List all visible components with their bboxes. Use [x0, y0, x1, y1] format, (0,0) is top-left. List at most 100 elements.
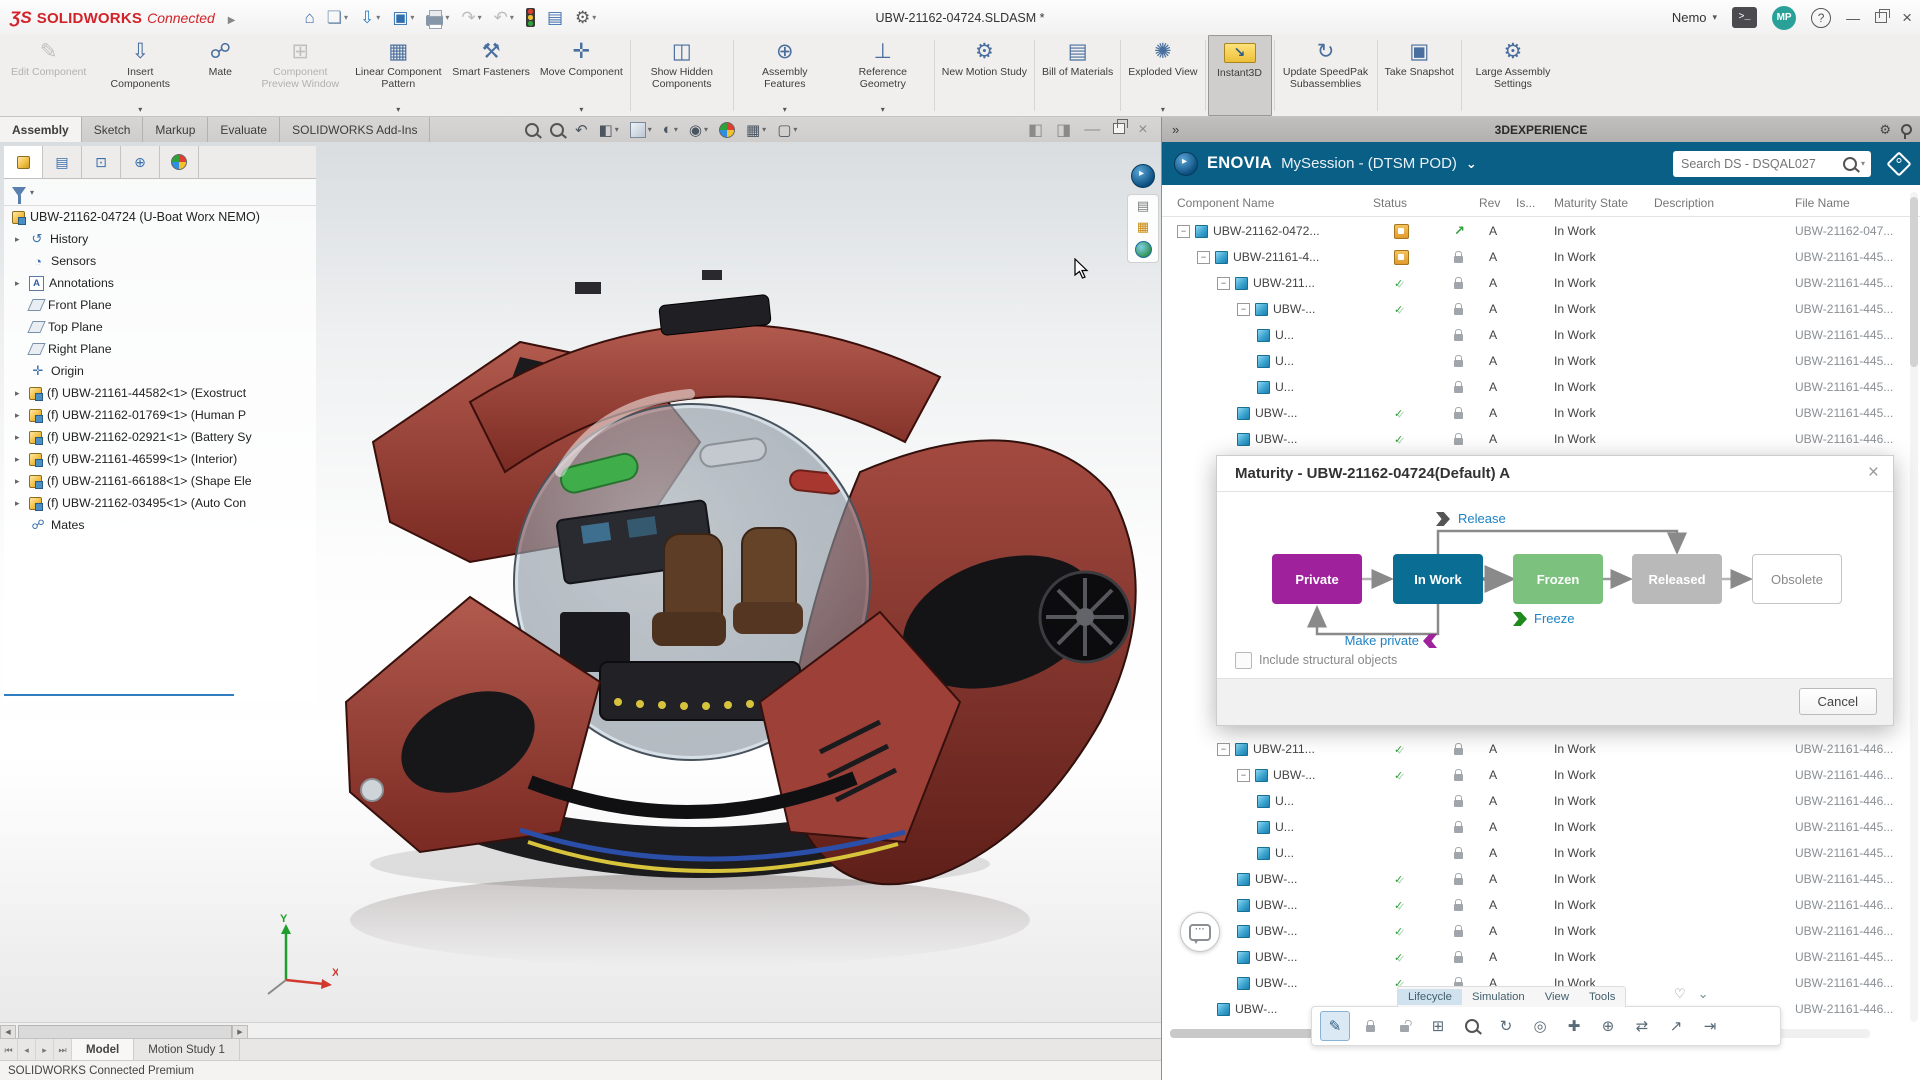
home-button[interactable]: ⌂	[301, 7, 319, 29]
reference-geometry-dropdown-icon[interactable]: ▾	[881, 106, 885, 115]
new-document-dropdown-icon[interactable]: ▾	[344, 13, 348, 22]
exploded-view-dropdown-icon[interactable]: ▾	[1161, 106, 1165, 115]
command-console-icon[interactable]: >_	[1732, 7, 1757, 28]
search-chevron-icon[interactable]: ▾	[1861, 159, 1865, 168]
maturity-state-obsolete[interactable]: Obsolete	[1752, 554, 1842, 604]
close-icon[interactable]: ×	[1138, 121, 1147, 139]
collapse-icon[interactable]: −	[1177, 225, 1190, 238]
tab-sketch[interactable]: Sketch	[82, 117, 144, 142]
edit-item-button[interactable]: ✎	[1320, 1011, 1350, 1041]
duplicate-item-button[interactable]: ⊞	[1424, 1012, 1452, 1040]
table-row[interactable]: U...AIn WorkUBW-21161-445...	[1162, 322, 1920, 348]
column-header-rev[interactable]: Rev	[1479, 196, 1500, 210]
smart-fasteners-button[interactable]: ⚒Smart Fasteners	[447, 35, 535, 116]
maturity-state-frozen[interactable]: Frozen	[1513, 554, 1603, 604]
make-private-link[interactable]: Make private	[1329, 633, 1419, 648]
globe-icon[interactable]	[1135, 241, 1152, 258]
column-header-status[interactable]: Status	[1373, 196, 1407, 210]
table-row[interactable]: U...AIn WorkUBW-21161-445...	[1162, 374, 1920, 400]
favorite-icon[interactable]: ♡	[1674, 986, 1686, 1002]
lock-item-button[interactable]	[1356, 1012, 1384, 1040]
tag-icon[interactable]	[1886, 151, 1911, 176]
panel-tab-view[interactable]: View	[1535, 989, 1579, 1005]
panel-v-thumb[interactable]	[1910, 197, 1918, 367]
freeze-link[interactable]: Freeze	[1534, 611, 1574, 626]
tree-item-history[interactable]: ▸↺History	[4, 228, 316, 250]
bill-of-materials-button[interactable]: ▤Bill of Materials	[1037, 35, 1118, 116]
dimxpert-manager-tab[interactable]: ⊕	[121, 146, 160, 178]
tree-root-item[interactable]: UBW-21162-04724 (U-Boat Worx NEMO)	[4, 206, 316, 228]
open-button[interactable]: ⇩▾	[356, 7, 384, 29]
table-row[interactable]: U...AIn WorkUBW-21161-445...	[1162, 814, 1920, 840]
panel-settings-icon[interactable]: ⚙	[1879, 122, 1891, 138]
open-dropdown-icon[interactable]: ▾	[376, 13, 380, 22]
take-snapshot-button[interactable]: ▣Take Snapshot	[1380, 35, 1459, 116]
tree-item--f-ubw-21162-02921-1-battery[interactable]: ▸(f) UBW-21162-02921<1> (Battery Sy	[4, 426, 316, 448]
assembly-features-button[interactable]: ⊕Assembly Features▾	[736, 35, 834, 116]
scrollbar-thumb[interactable]	[18, 1025, 232, 1039]
help-icon[interactable]: ?	[1811, 8, 1831, 28]
panel-tab-simulation[interactable]: Simulation	[1462, 989, 1535, 1005]
grid-icon[interactable]: ▦	[1137, 220, 1149, 234]
previous-view-icon[interactable]: ↶	[575, 121, 588, 139]
settings-dropdown-icon[interactable]: ▾	[592, 13, 596, 22]
tab-markup[interactable]: Markup	[143, 117, 208, 142]
large-assembly-settings-button[interactable]: ⚙Large Assembly Settings	[1464, 35, 1562, 116]
move-component-dropdown-icon[interactable]: ▾	[579, 106, 583, 115]
tree-item--f-ubw-21162-03495-1-auto-co[interactable]: ▸(f) UBW-21162-03495<1> (Auto Con	[4, 492, 316, 514]
view-settings-icon[interactable]: ▢▾	[777, 121, 797, 139]
restore-button[interactable]	[1875, 12, 1887, 23]
property-manager-tab[interactable]: ▤	[43, 146, 82, 178]
release-link[interactable]: Release	[1458, 511, 1506, 526]
maturity-state-private[interactable]: Private	[1272, 554, 1362, 604]
update-speedpak-subassemblies-button[interactable]: ↻Update SpeedPak Subassemblies	[1277, 35, 1375, 116]
unlock-item-button[interactable]	[1390, 1012, 1418, 1040]
panel-tab-tools[interactable]: Tools	[1579, 989, 1625, 1005]
session-chevron-icon[interactable]: ⌄	[1466, 156, 1477, 172]
options-list-button[interactable]: ▤	[543, 7, 567, 29]
column-header-description[interactable]: Description	[1654, 196, 1714, 210]
table-row[interactable]: −UBW-...✓AIn WorkUBW-21161-446...	[1162, 762, 1920, 788]
filter-icon[interactable]	[12, 187, 26, 197]
table-row[interactable]: UBW-...✓AIn WorkUBW-21161-445...	[1162, 944, 1920, 970]
panel-tab-lifecycle[interactable]: Lifecycle	[1398, 989, 1462, 1005]
print-button[interactable]: ▾	[422, 8, 453, 28]
table-row[interactable]: UBW-...✓AIn WorkUBW-21161-446...	[1162, 892, 1920, 918]
filter-chevron-icon[interactable]: ▾	[30, 188, 34, 197]
tree-item-sensors[interactable]: ◔Sensors	[4, 250, 316, 272]
table-row[interactable]: −UBW-211...✓AIn WorkUBW-21161-446...	[1162, 736, 1920, 762]
expand-arrow-icon[interactable]: ▸	[15, 498, 24, 509]
expand-arrow-icon[interactable]: ▸	[15, 476, 24, 487]
tree-item--f-ubw-21162-01769-1-human-p[interactable]: ▸(f) UBW-21162-01769<1> (Human P	[4, 404, 316, 426]
table-row[interactable]: UBW-...✓AIn WorkUBW-21161-445...	[1162, 866, 1920, 892]
save-button[interactable]: ▣▾	[388, 7, 418, 29]
table-row[interactable]: −UBW-...✓AIn WorkUBW-21161-445...	[1162, 296, 1920, 322]
settings-button[interactable]: ⚙▾	[571, 7, 600, 29]
insert-components-button[interactable]: ⇩Insert Components▾	[91, 35, 189, 116]
configuration-manager-tab[interactable]: ⊡	[82, 146, 121, 178]
linear-component-pattern-dropdown-icon[interactable]: ▾	[396, 106, 400, 115]
split-left-icon[interactable]: ◧	[1028, 120, 1043, 140]
model-tab-model[interactable]: Model	[72, 1039, 134, 1061]
assembly-features-dropdown-icon[interactable]: ▾	[783, 106, 787, 115]
print-dropdown-icon[interactable]: ▾	[445, 13, 449, 22]
undo-dropdown-icon[interactable]: ▾	[510, 13, 514, 22]
new-document-button[interactable]: ❏▾	[323, 7, 352, 29]
collapse-icon[interactable]: −	[1217, 277, 1230, 290]
redo-dropdown-icon[interactable]: ▾	[478, 13, 482, 22]
export-item-button[interactable]: ⇥	[1696, 1012, 1724, 1040]
tab-nav-0-icon[interactable]: ⏮	[0, 1039, 18, 1061]
table-row[interactable]: U...AIn WorkUBW-21161-445...	[1162, 840, 1920, 866]
tree-item-right-plane[interactable]: Right Plane	[4, 338, 316, 360]
table-row[interactable]: UBW-...✓AIn WorkUBW-21161-445...	[1162, 400, 1920, 426]
close-button[interactable]: ×	[1902, 8, 1912, 28]
tree-item-front-plane[interactable]: Front Plane	[4, 294, 316, 316]
table-row[interactable]: UBW-...✓AIn WorkUBW-21161-446...	[1162, 426, 1920, 452]
tab-solidworks-add-ins[interactable]: SOLIDWORKS Add-Ins	[280, 117, 430, 142]
tab-nav-2-icon[interactable]: ▸	[36, 1039, 54, 1061]
column-header-maturity-state[interactable]: Maturity State	[1554, 196, 1628, 210]
move-component-button[interactable]: ✛Move Component▾	[535, 35, 628, 116]
compass-icon[interactable]	[1174, 152, 1198, 176]
messages-button[interactable]: ···	[1180, 912, 1220, 952]
collapse-icon[interactable]: −	[1237, 769, 1250, 782]
